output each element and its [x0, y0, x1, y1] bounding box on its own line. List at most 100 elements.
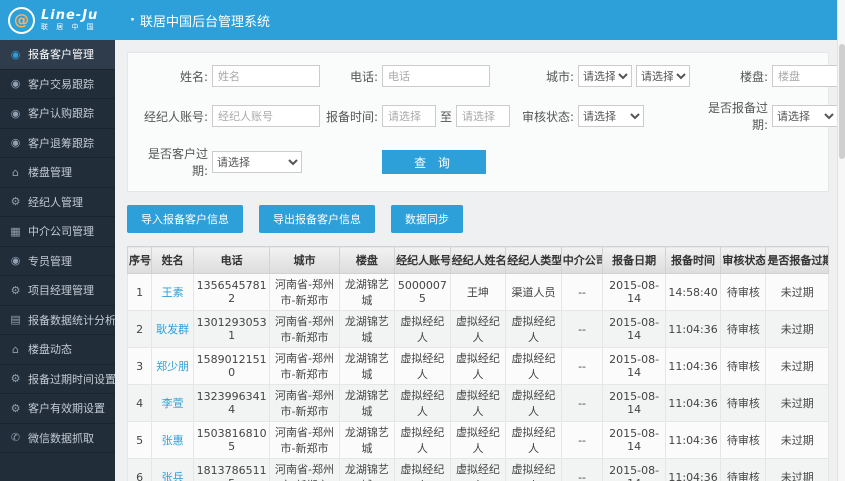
scrollbar-thumb[interactable] — [839, 44, 845, 159]
report-expired-select[interactable]: 请选择 — [772, 105, 837, 127]
table-cell: 4 — [126, 384, 153, 422]
sidebar-item[interactable]: ⌂ 楼盘动态 — [0, 335, 115, 365]
table-cell: 待审核 — [720, 458, 767, 481]
property-input[interactable] — [772, 65, 837, 87]
table-header-row: 序号 姓名 电话 城市 楼盘 经纪人账号 经纪人姓名 经纪人类型 中介公司 报备日期 报备时间 审核状… — [126, 246, 829, 274]
table-cell: 未过期 — [765, 384, 829, 422]
column-header: 楼盘 — [338, 246, 396, 274]
app-header: @ Line-Ju 联 居 中 国 · 联居中国后台管理系统 — [0, 0, 845, 40]
project-manager-icon: ⚙ — [10, 283, 21, 297]
sidebar-item[interactable]: ⚙ 客户有效期设置 — [0, 394, 115, 424]
sidebar-item[interactable]: ◉ 客户退筹跟踪 — [0, 129, 115, 158]
column-header: 中介公司 — [560, 246, 604, 274]
sidebar-item-label: 楼盘管理 — [28, 166, 72, 180]
sidebar-item[interactable]: ▤ 报备数据统计分析 — [0, 306, 115, 335]
sidebar-item[interactable]: ⚙ 报备过期时间设置 — [0, 365, 115, 394]
sidebar-item[interactable]: ⚙ 项目经理管理 — [0, 276, 115, 306]
table-cell: 虚拟经纪人 — [449, 458, 507, 481]
table-cell: 待审核 — [720, 347, 767, 385]
table-cell: 11:04:36 — [664, 384, 722, 422]
building-news-icon: ⌂ — [12, 342, 19, 356]
table-cell: 虚拟经纪人 — [394, 421, 451, 459]
table-cell: 河南省-郑州市-新郑市 — [269, 458, 340, 481]
sidebar-item-label: 客户退筹跟踪 — [28, 136, 94, 150]
customer-name-link[interactable]: 李萱 — [151, 384, 194, 422]
export-report-customers-button[interactable]: 导出报备客户信息 — [259, 205, 375, 233]
customer-name-link[interactable]: 耿发群 — [151, 310, 194, 348]
table-cell: 虚拟经纪人 — [505, 458, 562, 481]
data-sync-button[interactable]: 数据同步 — [391, 205, 463, 233]
table-cell: 6 — [126, 458, 153, 481]
customer-name-link[interactable]: 郑少朋 — [151, 347, 194, 385]
table-cell: 河南省-郑州市-新郑市 — [269, 347, 340, 385]
table-cell: 1 — [126, 273, 153, 311]
table-cell: 虚拟经纪人 — [449, 384, 507, 422]
table-cell: 2015-08-14 — [602, 384, 666, 422]
sidebar-item[interactable]: ◉ 客户认购跟踪 — [0, 99, 115, 129]
sidebar-item[interactable]: ◉ 报备客户管理 — [0, 40, 115, 70]
table-cell: 未过期 — [765, 310, 829, 348]
table-cell: 虚拟经纪人 — [505, 421, 562, 459]
vertical-scrollbar[interactable] — [837, 0, 845, 481]
table-cell: 虚拟经纪人 — [505, 310, 562, 348]
table-row: 3 郑少朋 15890121510 河南省-郑州市-新郑市 龙湖锦艺城 虚拟经纪人 虚拟经纪… — [126, 347, 829, 385]
customer-expired-select[interactable]: 请选择 — [212, 151, 302, 173]
title-separator: · — [130, 12, 135, 28]
audit-status-select[interactable]: 请选择 — [578, 105, 644, 127]
sidebar-item[interactable]: ▦ 中介公司管理 — [0, 217, 115, 247]
phone-label: 电话: — [349, 69, 378, 84]
table-cell: 15890121510 — [192, 347, 271, 385]
table-cell: 龙湖锦艺城 — [338, 384, 396, 422]
sidebar-item[interactable]: ✆ 微信数据抓取 — [0, 424, 115, 453]
table-cell: 待审核 — [720, 421, 767, 459]
sidebar-item[interactable]: ◉ 专员管理 — [0, 247, 115, 276]
specialist-icon: ◉ — [10, 254, 21, 268]
name-input[interactable] — [212, 65, 320, 87]
table-cell: 龙湖锦艺城 — [338, 458, 396, 481]
table-cell: 虚拟经纪人 — [394, 310, 451, 348]
table-cell: 3 — [126, 347, 153, 385]
customer-name-link[interactable]: 王素 — [151, 273, 194, 311]
at-logo-icon: @ — [8, 6, 35, 34]
table-cell: 2015-08-14 — [602, 347, 666, 385]
customer-name-link[interactable]: 张兵 — [151, 458, 194, 481]
table-cell: 15038168105 — [192, 421, 271, 459]
table-cell: -- — [560, 310, 604, 348]
customer-trade-icon: ◉ — [10, 77, 21, 91]
report-time-to-input[interactable] — [456, 105, 511, 127]
table-cell: 待审核 — [720, 384, 767, 422]
sidebar-item-label: 经纪人管理 — [28, 195, 83, 209]
query-button[interactable]: 查 询 — [382, 150, 486, 174]
sidebar-item-label: 专员管理 — [28, 254, 72, 268]
table-cell: 11:04:36 — [664, 458, 722, 481]
phone-input[interactable] — [382, 65, 490, 87]
table-cell: 河南省-郑州市-新郑市 — [269, 421, 340, 459]
import-report-customers-button[interactable]: 导入报备客户信息 — [127, 205, 243, 233]
city-select[interactable]: 请选择 — [636, 65, 690, 87]
brand-name: Line-Ju — [41, 7, 99, 23]
report-time-label: 报备时间: — [325, 109, 378, 124]
sidebar-item-label: 中介公司管理 — [28, 225, 94, 239]
customer-name-link[interactable]: 张惠 — [151, 421, 194, 459]
sidebar-menu: ◉ 报备客户管理 ◉ 客户交易跟踪 ◉ 客户认购跟踪 ◉ 客户退筹跟踪 ⌂ 楼盘… — [0, 40, 115, 453]
table-row: 2 耿发群 13012930531 河南省-郑州市-新郑市 龙湖锦艺城 虚拟经纪人 虚拟经纪… — [126, 310, 829, 348]
report-time-from-input[interactable] — [382, 105, 436, 127]
table-cell: 未过期 — [765, 421, 829, 459]
province-select[interactable]: 请选择 — [578, 65, 632, 87]
audit-status-label: 审核状态: — [521, 109, 574, 124]
sidebar-item[interactable]: ⌂ 楼盘管理 — [0, 158, 115, 188]
table-cell: 虚拟经纪人 — [394, 384, 451, 422]
customer-validity-settings-icon: ⚙ — [10, 401, 21, 415]
table-cell: 2 — [126, 310, 153, 348]
table-cell: 虚拟经纪人 — [505, 347, 562, 385]
sidebar-item[interactable]: ◉ 客户交易跟踪 — [0, 70, 115, 99]
table-row: 5 张惠 15038168105 河南省-郑州市-新郑市 龙湖锦艺城 虚拟经纪人 虚拟经纪人… — [126, 421, 829, 459]
column-header: 姓名 — [151, 246, 194, 274]
table-cell: 龙湖锦艺城 — [338, 273, 396, 311]
table-cell: 未过期 — [765, 347, 829, 385]
sidebar-item-label: 客户有效期设置 — [28, 402, 105, 416]
sidebar-item[interactable]: ⚙ 经纪人管理 — [0, 188, 115, 217]
table-cell: 龙湖锦艺城 — [338, 347, 396, 385]
agent-account-input[interactable] — [212, 105, 320, 127]
customer-expired-label: 是否客户过期: — [147, 147, 208, 178]
